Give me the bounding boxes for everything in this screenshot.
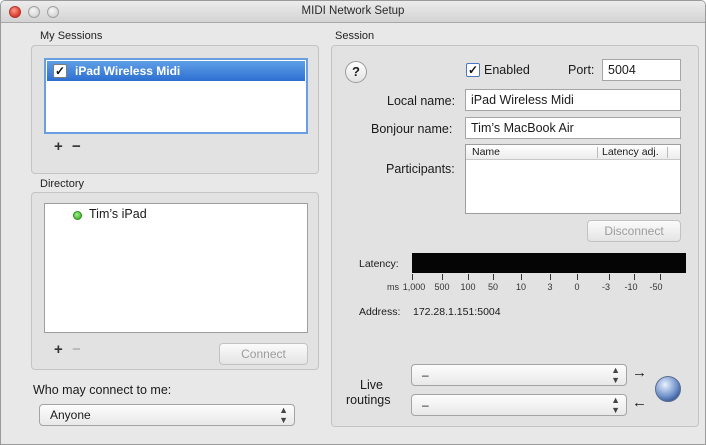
my-sessions-label: My Sessions <box>40 30 103 42</box>
window-title: MIDI Network Setup <box>301 5 405 17</box>
latency-tick: 1,000 <box>402 282 426 292</box>
help-icon[interactable]: ? <box>345 61 367 83</box>
routing-out-value: – <box>422 368 429 382</box>
latency-unit: ms <box>387 282 399 292</box>
midi-network-setup-window: MIDI Network Setup My Sessions ✓ iPad Wi… <box>0 0 706 445</box>
latency-tick: 3 <box>547 282 553 292</box>
network-globe-icon <box>655 376 681 402</box>
participants-header: Name Latency adj. <box>466 145 680 160</box>
enabled-checkbox[interactable]: ✓ <box>466 63 480 77</box>
column-divider <box>667 147 668 158</box>
directory-label: Directory <box>40 178 85 190</box>
directory-list: Tim’s iPad <box>44 203 308 333</box>
my-sessions-list: ✓ iPad Wireless Midi <box>44 58 308 134</box>
who-may-connect-label: Who may connect to me: <box>33 383 172 397</box>
who-may-connect-value: Anyone <box>50 408 91 422</box>
address-label: Address: <box>359 306 401 318</box>
add-directory-button[interactable]: + <box>54 341 63 358</box>
local-name-label: Local name: <box>387 94 456 108</box>
directory-box: Tim’s iPad + − Connect <box>31 192 319 370</box>
port-label: Port: <box>568 63 595 77</box>
participants-column-latency[interactable]: Latency adj. <box>602 146 659 158</box>
routing-in-value: – <box>422 398 429 412</box>
select-arrows-icon: ▲ ▼ <box>279 405 288 425</box>
remove-session-button[interactable]: − <box>72 138 81 155</box>
remove-directory-button[interactable]: − <box>72 341 81 358</box>
session-label: Session <box>335 30 375 42</box>
latency-tick: 100 <box>460 282 476 292</box>
latency-scale: ms 1,000 500 100 50 10 3 0 -3 -10 -50 <box>387 274 686 294</box>
latency-tick: -50 <box>649 282 663 292</box>
my-sessions-box: ✓ iPad Wireless Midi + − <box>31 45 319 174</box>
directory-item-tims-ipad[interactable]: Tim’s iPad <box>89 207 147 221</box>
arrow-left-icon: ← <box>632 394 647 411</box>
latency-meter <box>412 253 686 273</box>
status-dot-icon <box>73 211 82 220</box>
title-bar: MIDI Network Setup <box>1 1 705 23</box>
select-arrows-icon: ▲ ▼ <box>611 395 620 415</box>
latency-tick: -10 <box>624 282 638 292</box>
session-box: ? ✓ Enabled Port: 5004 Local name: iPad … <box>331 45 699 427</box>
routing-in-select[interactable]: – ▲ ▼ <box>411 394 627 416</box>
arrow-right-icon: → <box>632 364 647 381</box>
latency-tick: 500 <box>434 282 450 292</box>
participants-column-name[interactable]: Name <box>472 146 500 158</box>
disconnect-button[interactable]: Disconnect <box>587 220 681 242</box>
who-may-connect-select[interactable]: Anyone ▲ ▼ <box>39 404 295 426</box>
select-arrows-icon: ▲ ▼ <box>611 365 620 385</box>
port-field[interactable]: 5004 <box>602 59 681 81</box>
connect-button[interactable]: Connect <box>219 343 308 365</box>
live-routings-label-line2: routings <box>346 393 391 407</box>
latency-tick: -3 <box>601 282 611 292</box>
add-session-button[interactable]: + <box>54 138 63 155</box>
bonjour-name-field[interactable]: Tim’s MacBook Air <box>465 117 681 139</box>
participants-label: Participants: <box>386 162 455 176</box>
session-row-label: iPad Wireless Midi <box>75 64 181 78</box>
latency-tick: 50 <box>487 282 499 292</box>
bonjour-name-label: Bonjour name: <box>371 122 453 136</box>
local-name-field[interactable]: iPad Wireless Midi <box>465 89 681 111</box>
session-enabled-checkbox[interactable]: ✓ <box>53 64 67 78</box>
address-value: 172.28.1.151:5004 <box>413 306 501 318</box>
routing-out-select[interactable]: – ▲ ▼ <box>411 364 627 386</box>
latency-tick: 10 <box>515 282 527 292</box>
latency-label: Latency: <box>359 258 399 270</box>
latency-tick: 0 <box>574 282 580 292</box>
enabled-label: Enabled <box>484 63 530 77</box>
column-divider <box>597 147 598 158</box>
session-row-ipad-wireless-midi[interactable]: ✓ iPad Wireless Midi <box>47 61 305 81</box>
live-routings-label-line1: Live <box>360 378 383 392</box>
participants-table[interactable]: Name Latency adj. <box>465 144 681 214</box>
